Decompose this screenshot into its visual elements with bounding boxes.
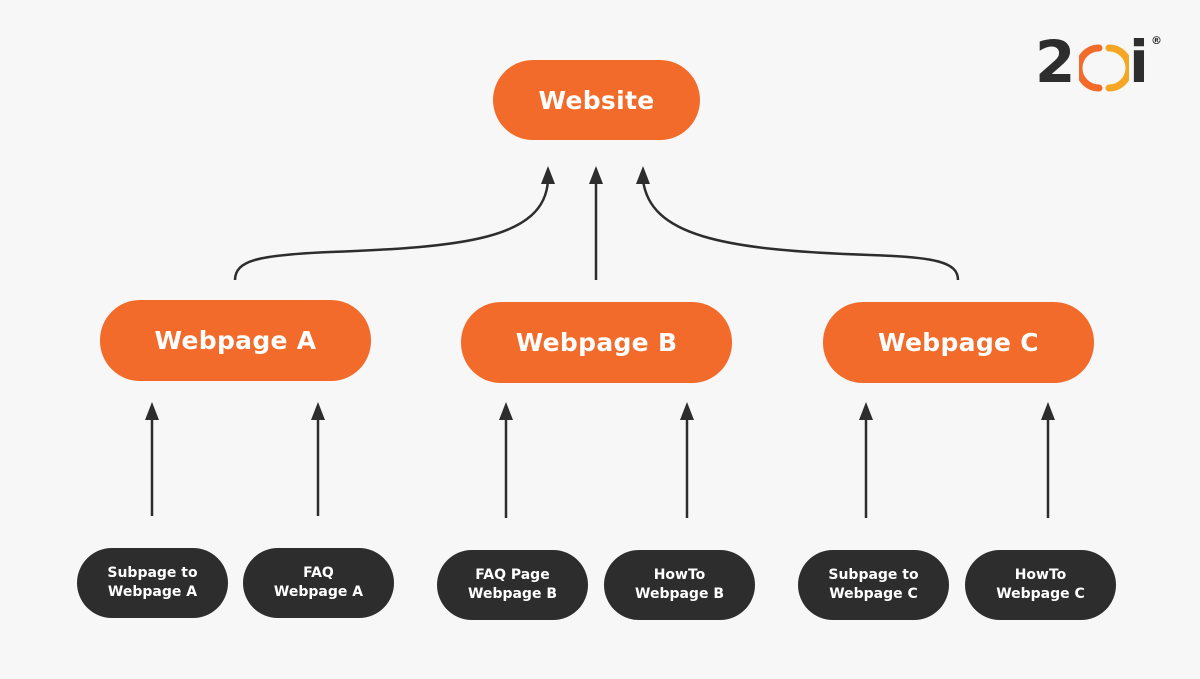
logo-o-icon — [1079, 44, 1129, 92]
arrow-webpage-c-to-website — [641, 179, 960, 281]
node-label-line1: Subpage to — [107, 565, 198, 581]
node-website: Website — [493, 60, 700, 140]
node-label-line2: Webpage B — [635, 586, 724, 602]
node-label-line2: Webpage A — [107, 584, 198, 600]
arrowhead-icon — [541, 166, 555, 184]
node-label: Webpage C — [878, 328, 1039, 357]
node-howto-webpage-b: HowTo Webpage B — [604, 550, 755, 620]
node-label-line2: Webpage A — [273, 584, 364, 600]
node-label-line1: HowTo — [653, 567, 706, 583]
arrowhead-icon — [499, 402, 513, 420]
arrowhead-icon — [589, 166, 603, 184]
node-label-line2: Webpage C — [829, 586, 918, 602]
node-label-line1: FAQ Page — [475, 567, 550, 583]
registered-mark: ® — [1151, 34, 1162, 47]
node-label-line2: Webpage C — [996, 586, 1085, 602]
brand-logo: 2 i ® — [1035, 28, 1165, 96]
node-subpage-to-webpage-a: Subpage to Webpage A — [77, 548, 228, 618]
node-label-line2: Webpage B — [468, 586, 557, 602]
arrowhead-icon — [636, 166, 650, 184]
node-label-line1: FAQ — [303, 565, 334, 581]
node-label-line1: Subpage to — [828, 567, 919, 583]
arrow-webpage-a-to-website — [233, 179, 550, 281]
node-webpage-b: Webpage B — [461, 302, 732, 383]
arrowhead-icon — [680, 402, 694, 420]
node-label: Webpage A — [154, 326, 317, 355]
node-subpage-to-webpage-c: Subpage to Webpage C — [798, 550, 949, 620]
logo-letter-i: i — [1129, 28, 1149, 96]
arrowhead-icon — [311, 402, 325, 420]
arrowhead-icon — [145, 402, 159, 420]
node-webpage-a: Webpage A — [100, 300, 371, 381]
node-faq-webpage-a: FAQ Webpage A — [243, 548, 394, 618]
node-faq-page-webpage-b: FAQ Page Webpage B — [437, 550, 588, 620]
arrowhead-icon — [859, 402, 873, 420]
node-label-line1: HowTo — [1014, 567, 1067, 583]
node-webpage-c: Webpage C — [823, 302, 1094, 383]
node-howto-webpage-c: HowTo Webpage C — [965, 550, 1116, 620]
arrowhead-icon — [1041, 402, 1055, 420]
logo-digit-2: 2 — [1035, 28, 1076, 96]
node-label: Webpage B — [515, 328, 678, 357]
node-website-label: Website — [538, 85, 655, 115]
